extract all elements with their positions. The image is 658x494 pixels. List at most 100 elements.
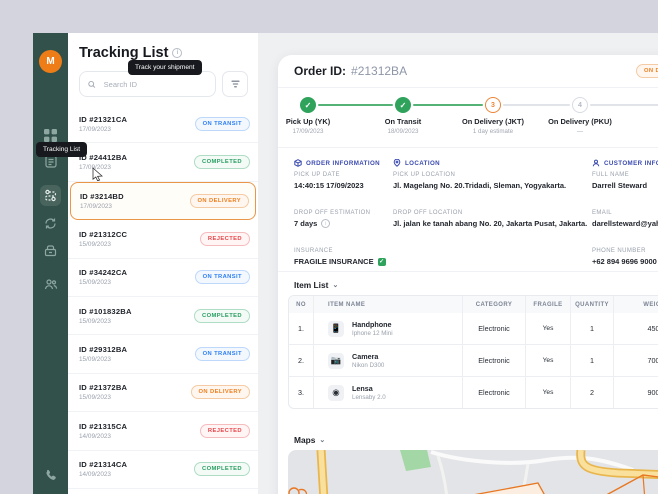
item-quantity: 1 bbox=[571, 345, 614, 376]
user-icon bbox=[592, 159, 600, 167]
shipment-date: 15/09/2023 bbox=[79, 240, 111, 248]
step-connector bbox=[590, 104, 658, 106]
field-label: EMAIL bbox=[592, 210, 613, 216]
list-item[interactable]: ID #21321CA 17/09/2023 ON TRANSIT bbox=[68, 105, 258, 144]
box-icon bbox=[294, 159, 302, 167]
shipment-date: 14/09/2023 bbox=[79, 471, 111, 479]
item-quantity: 2 bbox=[571, 377, 614, 408]
shipment-list: ID #21321CA 17/09/2023 ON TRANSIT ID #24… bbox=[68, 105, 258, 494]
shipment-date: 15/09/2023 bbox=[79, 317, 111, 325]
page-title: Tracking List i bbox=[79, 45, 248, 61]
info-icon[interactable]: i bbox=[321, 219, 331, 228]
list-item[interactable]: ID #21314CA 14/09/2023 COMPLETED bbox=[68, 451, 258, 489]
step-sublabel: 18/09/2023 bbox=[387, 128, 419, 135]
column-header: QUANTITY bbox=[571, 296, 614, 313]
column-header: WEIGHT bbox=[614, 296, 658, 313]
email-value: darellsteward@yahoo.com bbox=[592, 219, 658, 228]
field-label: PHONE NUMBER bbox=[592, 248, 646, 254]
status-badge: ON TRANSIT bbox=[194, 116, 250, 131]
phone-value: +62 894 9696 9000 bbox=[592, 257, 657, 266]
info-icon[interactable]: i bbox=[172, 48, 183, 58]
shipment-id: ID #21315CA bbox=[79, 421, 128, 431]
order-detail-card: Order ID: #21312BA ON DELIVERY ✓ Pick Up … bbox=[278, 55, 658, 494]
step-connector bbox=[413, 104, 483, 106]
item-category: Electronic bbox=[463, 377, 526, 408]
table-body: 1. 📱 Handphone Iphone 12 Mini Electronic… bbox=[289, 313, 658, 408]
map[interactable] bbox=[288, 450, 658, 494]
shipment-id: ID #21372BA bbox=[79, 383, 128, 393]
status-badge: ON DELIVERY bbox=[190, 385, 250, 400]
table-row: 2. 📷 Camera Nikon D300 Electronic Yes 1 … bbox=[289, 344, 658, 376]
item-weight: 700 g bbox=[647, 356, 658, 365]
check-icon: ✓ bbox=[377, 257, 386, 266]
full-name-value: Darrell Steward bbox=[592, 181, 648, 190]
shipment-date: 15/09/2023 bbox=[79, 394, 111, 402]
order-status-badge: ON DELIVERY bbox=[636, 64, 658, 78]
item-weight: 900 g bbox=[647, 388, 658, 397]
list-item[interactable]: ID #21312CC 15/09/2023 REJECTED bbox=[68, 220, 258, 259]
field-label: PICK UP LOCATION bbox=[393, 172, 456, 178]
shipment-id: ID #21312CC bbox=[79, 229, 128, 239]
item-name: Camera bbox=[352, 351, 379, 361]
pickup-date-value: 14:40:15 17/09/2023 bbox=[294, 181, 364, 190]
item-list-toggle[interactable]: Item List ⌄ bbox=[294, 280, 338, 290]
status-badge: COMPLETED bbox=[194, 155, 250, 170]
field-label: FULL NAME bbox=[592, 172, 630, 178]
table-row: 1. 📱 Handphone Iphone 12 Mini Electronic… bbox=[289, 313, 658, 344]
shipment-date: 17/09/2023 bbox=[80, 202, 112, 210]
item-no: 1. bbox=[289, 313, 314, 344]
status-badge: REJECTED bbox=[199, 423, 250, 438]
chevron-down-icon: ⌄ bbox=[319, 437, 326, 444]
item-thumbnail: ◉ bbox=[328, 384, 344, 401]
item-weight: 450 g bbox=[647, 324, 658, 333]
maps-toggle[interactable]: Maps ⌄ bbox=[294, 435, 325, 445]
order-id-label: Order ID: bbox=[294, 64, 347, 78]
item-table: NO ITEM NAME CATEGORY FRAGILE QUANTITY W… bbox=[288, 295, 658, 409]
sync-icon[interactable] bbox=[40, 213, 61, 234]
shipment-id: ID #34242CA bbox=[79, 268, 128, 278]
phone-icon[interactable] bbox=[40, 465, 61, 486]
list-item[interactable]: ID #3214BD 17/09/2023 ON DELIVERY bbox=[70, 181, 256, 221]
location-pin-icon bbox=[393, 159, 401, 167]
table-row: 3. ◉ Lensa Lensaby 2.0 Electronic Yes 2 … bbox=[289, 376, 658, 408]
sidebar: M bbox=[33, 33, 68, 494]
field-label: PICK UP DATE bbox=[294, 172, 340, 178]
step-circle: 3 bbox=[485, 97, 501, 113]
avatar[interactable]: M bbox=[39, 50, 62, 73]
search-input[interactable] bbox=[101, 78, 207, 90]
app-screen: M Tracking List i Search ID ID #21321CA … bbox=[0, 0, 658, 494]
item-no: 3. bbox=[289, 377, 314, 408]
shipment-id: ID #3214BD bbox=[80, 191, 124, 201]
order-info-section: ORDER INFORMATION PICK UP DATE 14:40:15 … bbox=[278, 148, 658, 272]
customers-icon[interactable] bbox=[40, 273, 61, 294]
item-name: Handphone bbox=[352, 319, 392, 329]
status-badge: COMPLETED bbox=[194, 462, 250, 477]
location-column: LOCATION PICK UP LOCATION Jl. Magelang N… bbox=[393, 148, 588, 248]
section-title: LOCATION bbox=[405, 159, 441, 167]
shipment-date: 15/09/2023 bbox=[79, 356, 111, 364]
status-badge: COMPLETED bbox=[194, 308, 250, 323]
list-item[interactable]: ID #101832BA 15/09/2023 COMPLETED bbox=[68, 297, 258, 336]
list-item[interactable]: ID #29312BA 15/09/2023 ON TRANSIT bbox=[68, 335, 258, 374]
step-circle: ✓ bbox=[395, 97, 411, 113]
item-category: Electronic bbox=[463, 345, 526, 376]
chevron-down-icon: ⌄ bbox=[332, 282, 339, 289]
filter-button[interactable] bbox=[222, 71, 248, 97]
dropoff-location-value: Jl. jalan ke tanah abang No. 20, Jakarta… bbox=[393, 219, 588, 228]
list-item[interactable]: ID #21372BA 15/09/2023 ON DELIVERY bbox=[68, 374, 258, 413]
status-badge: REJECTED bbox=[199, 231, 250, 246]
tracking-icon[interactable] bbox=[40, 185, 61, 206]
step-label: Pick Up (YK) bbox=[285, 117, 331, 126]
order-information-column: ORDER INFORMATION PICK UP DATE 14:40:15 … bbox=[294, 148, 389, 286]
list-item[interactable]: ID #34242CA 15/09/2023 ON TRANSIT bbox=[68, 259, 258, 297]
order-id-value: #21312BA bbox=[351, 64, 408, 78]
item-no: 2. bbox=[289, 345, 314, 376]
tooltip-tracking-list: Tracking List bbox=[36, 142, 88, 157]
shipment-date: 17/09/2023 bbox=[79, 125, 111, 133]
shipment-progress-stepper: ✓ Pick Up (YK) 17/09/2023 ✓ On Transit 18/09/… bbox=[278, 88, 658, 148]
list-item[interactable]: ID #21315CA 14/09/2023 REJECTED bbox=[68, 412, 258, 451]
column-header: FRAGILE bbox=[526, 296, 571, 313]
inventory-icon[interactable] bbox=[40, 240, 61, 261]
section-title: CUSTOMER INFORMATION bbox=[604, 159, 658, 167]
column-header: CATEGORY bbox=[463, 296, 526, 313]
